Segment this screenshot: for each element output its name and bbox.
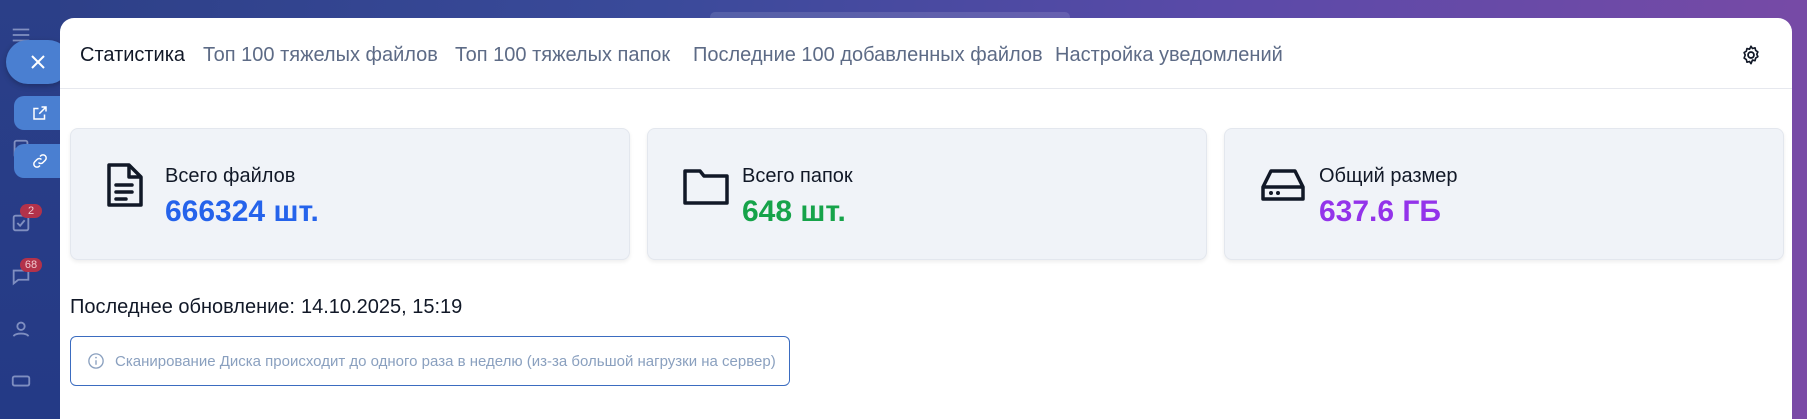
stat-value: 637.6 ГБ [1319, 195, 1441, 228]
gear-icon[interactable] [1740, 44, 1762, 66]
stat-label: Всего файлов [165, 165, 296, 187]
disk-stats-modal: Статистика Топ 100 тяжелых файлов Топ 10… [60, 18, 1792, 419]
tab-top-folders[interactable]: Топ 100 тяжелых папок [455, 44, 670, 67]
folder-icon [683, 169, 729, 205]
file-icon [107, 163, 143, 207]
storage-icon[interactable] [10, 370, 32, 392]
chat-badge: 68 [20, 258, 42, 272]
info-icon [88, 353, 104, 369]
stat-card-files: Всего файлов 666324 шт. [70, 128, 630, 260]
tab-recent-files[interactable]: Последние 100 добавленных файлов [693, 44, 1043, 67]
tab-notifications[interactable]: Настройка уведомлений [1055, 44, 1283, 67]
hard-drive-icon [1261, 169, 1305, 201]
tab-statistics[interactable]: Статистика [80, 44, 185, 67]
stat-card-folders: Всего папок 648 шт. [647, 128, 1207, 260]
close-icon [31, 55, 45, 69]
link-icon [33, 154, 47, 168]
stat-value: 648 шт. [742, 195, 846, 228]
last-update-value: 14.10.2025, 15:19 [300, 296, 463, 318]
tab-bar: Статистика Топ 100 тяжелых файлов Топ 10… [60, 18, 1792, 89]
tab-top-files[interactable]: Топ 100 тяжелых файлов [203, 44, 438, 67]
scan-notice-text: Сканирование Диска происходит до одного … [115, 352, 776, 370]
tasks-badge: 2 [20, 204, 42, 218]
stat-label: Всего папок [742, 165, 853, 187]
copy-link-button[interactable] [14, 144, 66, 178]
last-update-text: Последнее обновление: 14.10.2025, 15:19 [70, 296, 468, 319]
stat-value: 666324 шт. [165, 195, 319, 228]
open-external-button[interactable] [14, 96, 66, 130]
last-update-label: Последнее обновление: [70, 296, 295, 318]
external-link-icon [33, 106, 47, 120]
users-icon[interactable] [10, 318, 32, 340]
stat-label: Общий размер [1319, 165, 1458, 187]
scan-notice: Сканирование Диска происходит до одного … [70, 336, 790, 386]
stat-card-size: Общий размер 637.6 ГБ [1224, 128, 1784, 260]
